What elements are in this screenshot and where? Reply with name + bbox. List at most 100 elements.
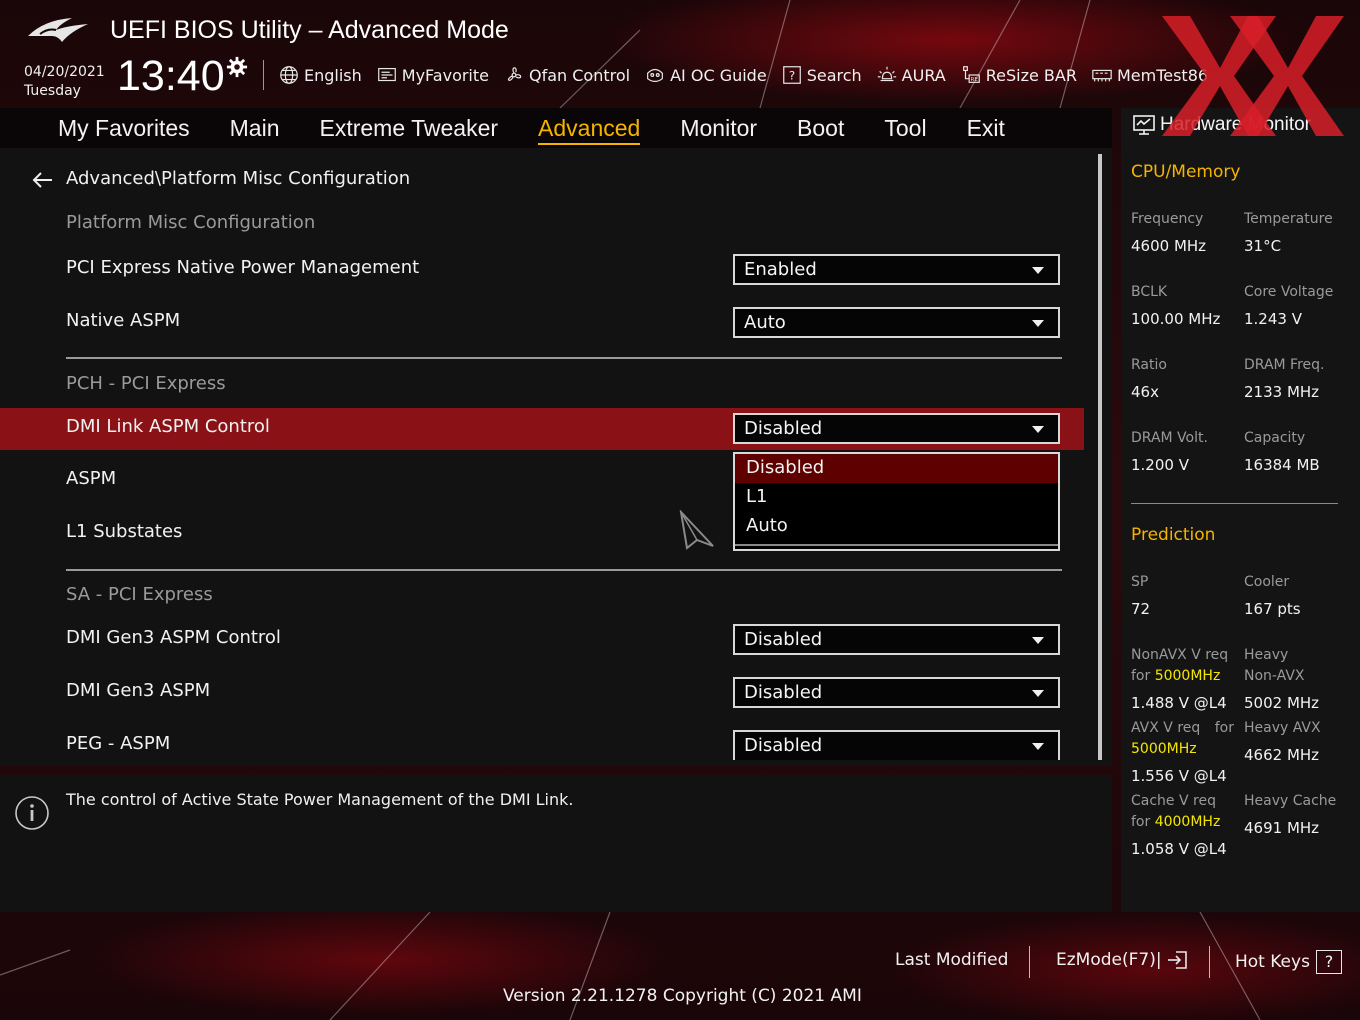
- temperature-value: 31°C: [1244, 237, 1282, 255]
- heavy-cache-value: 4691 MHz: [1244, 819, 1320, 837]
- nonavx-req-freq: 5000MHz: [1154, 668, 1221, 684]
- tab-extreme-tweaker[interactable]: Extreme Tweaker: [320, 115, 499, 142]
- dram-volt-label: DRAM Volt.: [1131, 430, 1208, 446]
- heavy-nonavx-value: 5002 MHz: [1244, 694, 1320, 712]
- tab-main[interactable]: Main: [230, 115, 280, 142]
- tab-tool[interactable]: Tool: [884, 115, 926, 142]
- tab-exit[interactable]: Exit: [967, 115, 1005, 142]
- select-value: Enabled: [744, 259, 817, 280]
- select-value: Auto: [744, 312, 786, 333]
- ai-oc-guide-button[interactable]: AI OC Guide: [644, 64, 767, 86]
- gear-icon[interactable]: [226, 56, 248, 78]
- info-icon: [15, 796, 49, 830]
- row-dmi-gen3-aspm-control[interactable]: DMI Gen3 ASPM Control Disabled: [0, 619, 1084, 661]
- svg-text:RE: RE: [970, 77, 978, 83]
- question-icon: ?: [1315, 950, 1342, 974]
- caret-down-icon: [1032, 637, 1044, 644]
- scrollbar[interactable]: [1098, 154, 1102, 760]
- hot-keys-button[interactable]: Hot Keys?: [1235, 950, 1342, 974]
- section-divider: [66, 569, 1062, 571]
- section-sa-pci-express: SA - PCI Express: [66, 584, 213, 605]
- row-dmi-link-aspm-control[interactable]: DMI Link ASPM Control Disabled: [0, 408, 1084, 450]
- heavy-nonavx-line2: Non-AVX: [1244, 668, 1305, 684]
- last-modified-button[interactable]: Last Modified: [895, 950, 1008, 970]
- dmi-gen3-aspm-select[interactable]: Disabled: [733, 677, 1060, 708]
- heavy-nonavx-line1: Heavy: [1244, 647, 1289, 663]
- setting-label: L1 Substates: [66, 521, 183, 542]
- bclk-label: BCLK: [1131, 284, 1168, 300]
- select-value: Disabled: [744, 735, 823, 756]
- ai-oc-guide-icon: [647, 68, 664, 83]
- language-button[interactable]: English: [278, 64, 362, 86]
- pcie-native-pm-select[interactable]: Enabled: [733, 254, 1060, 285]
- myfavorite-button[interactable]: MyFavorite: [376, 64, 489, 86]
- dmi-link-aspm-dropdown[interactable]: Disabled L1 Auto: [733, 452, 1060, 551]
- ezmode-button[interactable]: EzMode(F7)|: [1056, 950, 1188, 970]
- sp-value: 72: [1131, 600, 1151, 618]
- tab-advanced[interactable]: Advanced: [538, 115, 641, 145]
- caret-down-icon: [1032, 267, 1044, 274]
- select-value: Disabled: [744, 629, 823, 650]
- date: 04/20/2021: [24, 64, 105, 80]
- back-arrow-icon[interactable]: [30, 170, 54, 190]
- row-peg-aspm[interactable]: PEG - ASPM Disabled: [0, 725, 1084, 760]
- ratio-label: Ratio: [1131, 357, 1167, 373]
- avx-req-label: AVX V req for 5000MHz: [1131, 718, 1234, 760]
- ezmode-label: EzMode(F7)|: [1056, 950, 1162, 970]
- avx-req-value: 1.556 V @L4: [1131, 767, 1227, 785]
- nonavx-req-label: NonAVX V req for 5000MHz: [1131, 645, 1228, 687]
- dram-volt-value: 1.200 V: [1131, 456, 1189, 474]
- row-native-aspm[interactable]: Native ASPM Auto: [0, 302, 1084, 344]
- setting-label: PCI Express Native Power Management: [66, 257, 420, 278]
- caret-down-icon: [1032, 690, 1044, 697]
- row-dmi-gen3-aspm[interactable]: DMI Gen3 ASPM Disabled: [0, 672, 1084, 714]
- search-button[interactable]: ? Search: [781, 64, 862, 86]
- native-aspm-select[interactable]: Auto: [733, 307, 1060, 338]
- heavy-cache-label: Heavy Cache: [1244, 793, 1337, 809]
- footer-separator: [1029, 946, 1030, 978]
- section-pch-pci-express: PCH - PCI Express: [66, 373, 226, 394]
- peg-aspm-select[interactable]: Disabled: [733, 730, 1060, 760]
- core-voltage-label: Core Voltage: [1244, 284, 1334, 300]
- svg-text:?: ?: [789, 69, 795, 83]
- tab-my-favorites[interactable]: My Favorites: [58, 115, 190, 142]
- dropdown-option-auto[interactable]: Auto: [735, 512, 1058, 541]
- avx-req-freq: 5000MHz: [1131, 741, 1197, 757]
- caret-down-icon: [1032, 426, 1044, 433]
- frequency-value: 4600 MHz: [1131, 237, 1207, 255]
- ai-oc-guide-label: AI OC Guide: [670, 65, 767, 85]
- dmi-link-aspm-select[interactable]: Disabled: [733, 413, 1060, 444]
- aura-button[interactable]: AURA: [876, 64, 946, 86]
- qfan-control-button[interactable]: Qfan Control: [503, 64, 630, 86]
- heavy-nonavx-label: Heavy Non-AVX: [1244, 645, 1305, 687]
- search-help-icon: ?: [782, 66, 801, 84]
- ratio-value: 46x: [1131, 383, 1159, 401]
- setting-label: DMI Gen3 ASPM Control: [66, 627, 281, 648]
- tab-boot[interactable]: Boot: [797, 115, 844, 142]
- temperature-label: Temperature: [1244, 211, 1333, 227]
- main-nav: My Favorites Main Extreme Tweaker Advanc…: [0, 108, 1112, 148]
- help-text: The control of Active State Power Manage…: [66, 790, 574, 809]
- resize-bar-button[interactable]: RE ReSize BAR: [960, 64, 1077, 86]
- cooler-value: 167 pts: [1244, 600, 1301, 618]
- globe-icon: [280, 66, 298, 84]
- myfavorite-label: MyFavorite: [401, 65, 489, 85]
- select-value: Disabled: [744, 418, 823, 439]
- toolbar: English MyFavorite Qfan Control AI OC Gu…: [278, 60, 1208, 90]
- section-platform-misc: Platform Misc Configuration: [66, 212, 316, 233]
- caret-down-icon: [1032, 743, 1044, 750]
- tab-monitor[interactable]: Monitor: [680, 115, 757, 142]
- row-pcie-native-power-management[interactable]: PCI Express Native Power Management Enab…: [0, 249, 1084, 291]
- header-separator: [263, 60, 264, 90]
- nonavx-req-label-text: NonAVX V req: [1131, 647, 1229, 663]
- hot-keys-label: Hot Keys: [1235, 952, 1310, 972]
- rog-logo: [28, 18, 88, 42]
- caret-down-icon: [1032, 320, 1044, 327]
- hw-divider: [1131, 503, 1338, 504]
- footer-separator: [1209, 946, 1210, 978]
- dmi-gen3-aspm-control-select[interactable]: Disabled: [733, 624, 1060, 655]
- bclk-value: 100.00 MHz: [1131, 310, 1221, 328]
- dropdown-option-disabled[interactable]: Disabled: [735, 454, 1058, 483]
- dropdown-option-l1[interactable]: L1: [735, 483, 1058, 512]
- cache-req-value: 1.058 V @L4: [1131, 840, 1227, 858]
